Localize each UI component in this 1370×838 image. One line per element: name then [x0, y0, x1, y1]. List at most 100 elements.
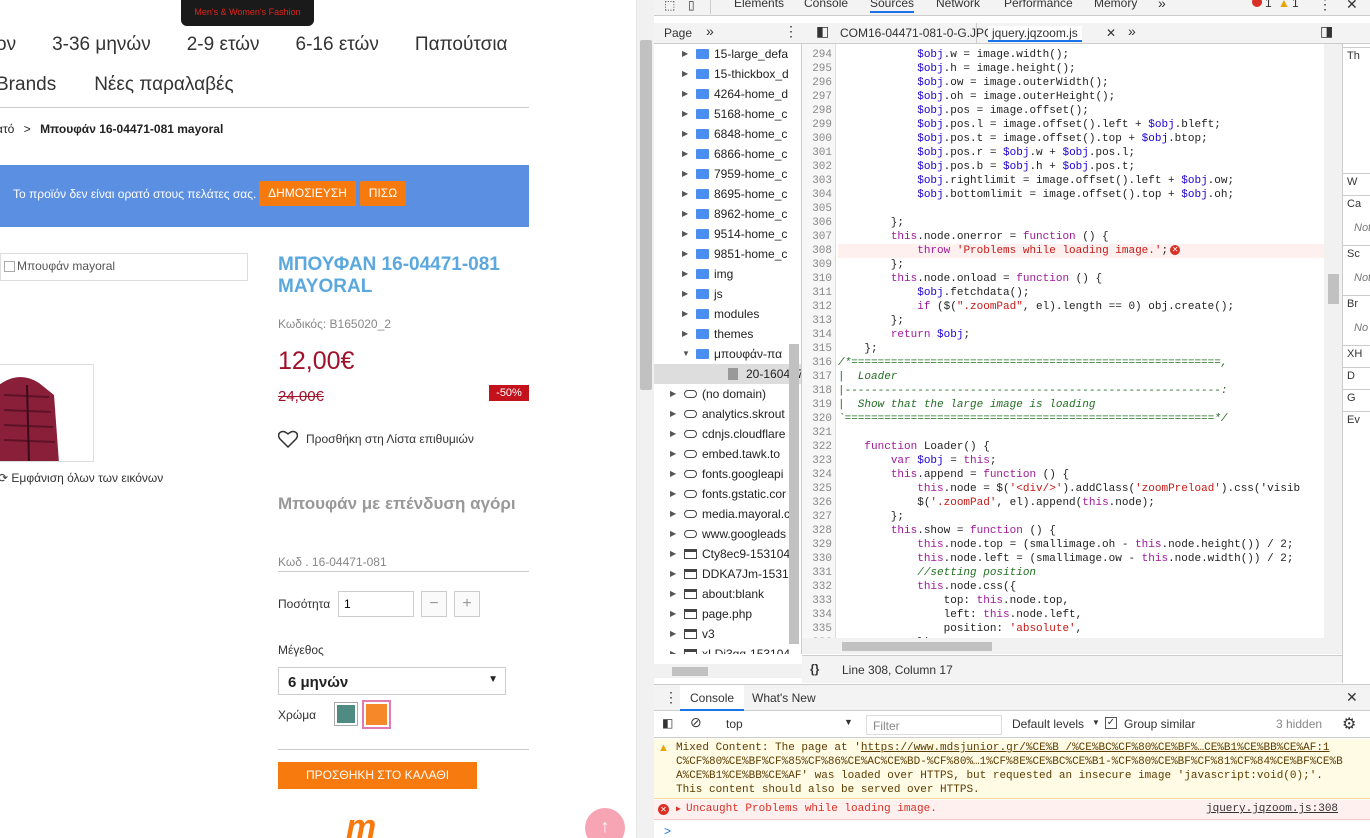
line-number[interactable]: 308: [802, 244, 832, 258]
collapsed-arrow-icon[interactable]: ▶: [670, 584, 676, 604]
warning-count[interactable]: 1: [1292, 0, 1299, 10]
line-number[interactable]: 322: [802, 440, 832, 454]
quantity-minus-button[interactable]: −: [421, 591, 447, 617]
collapsed-arrow-icon[interactable]: ▶: [670, 424, 676, 444]
code-line[interactable]: $obj.pos.l = image.offset().left + $obj.…: [838, 118, 1221, 132]
close-devtools-icon[interactable]: ✕: [1346, 0, 1358, 13]
code-line[interactable]: left: this.node.left,: [838, 608, 1083, 622]
code-line[interactable]: $('.zoomPad', el).append(this.node);: [838, 496, 1155, 510]
product-thumbnail[interactable]: [0, 364, 94, 462]
error-count[interactable]: 1: [1265, 0, 1272, 10]
console-sidebar-icon[interactable]: ◧: [662, 716, 673, 730]
code-line[interactable]: };: [838, 342, 877, 356]
code-line[interactable]: |---------------------------------------…: [838, 384, 1227, 398]
line-number[interactable]: 298: [802, 104, 832, 118]
tab-sources[interactable]: Sources: [870, 0, 915, 13]
code-line[interactable]: this.node.left = (smallimage.ow - this.n…: [838, 552, 1293, 566]
line-number[interactable]: 309: [802, 258, 832, 272]
sidebar-section-header[interactable]: XH: [1347, 348, 1362, 360]
code-line[interactable]: $obj.rightlimit = image.offset().left + …: [838, 174, 1234, 188]
line-number[interactable]: 294: [802, 48, 832, 62]
navigator-hscroll[interactable]: [654, 664, 802, 678]
inspect-icon[interactable]: ⬚: [664, 0, 675, 12]
line-number[interactable]: 306: [802, 216, 832, 230]
code-line[interactable]: };: [838, 314, 904, 328]
code-line[interactable]: $obj.h = image.height();: [838, 62, 1075, 76]
tree-item[interactable]: ▶ fonts.gstatic.cor: [654, 484, 801, 504]
collapsed-arrow-icon[interactable]: ▶: [682, 244, 688, 264]
code-line[interactable]: function Loader() {: [838, 440, 989, 454]
code-line[interactable]: | Loader: [838, 370, 897, 384]
file-tab-image[interactable]: COM16-04471-081-0-G.JPG: [840, 26, 993, 40]
line-number[interactable]: 328: [802, 524, 832, 538]
tab-console[interactable]: Console: [804, 0, 848, 10]
collapsed-arrow-icon[interactable]: ▶: [670, 624, 676, 644]
line-number[interactable]: 334: [802, 608, 832, 622]
code-line-error[interactable]: throw 'Problems while loading image.'; ✕: [838, 244, 1342, 258]
line-number[interactable]: 327: [802, 510, 832, 524]
settings-kebab-icon[interactable]: ⋮: [1318, 0, 1332, 13]
tree-item[interactable]: ▶ cdnjs.cloudflare: [654, 424, 801, 444]
sidebar-section-header[interactable]: Th: [1347, 50, 1360, 62]
code-line[interactable]: $obj.pos = image.offset();: [838, 104, 1089, 118]
line-number[interactable]: 333: [802, 594, 832, 608]
code-line[interactable]: this.node.css({: [838, 580, 1016, 594]
code-line[interactable]: };: [838, 510, 904, 524]
sidebar-section-header[interactable]: G: [1347, 392, 1356, 404]
line-number[interactable]: 311: [802, 286, 832, 300]
collapsed-arrow-icon[interactable]: ▶: [682, 304, 688, 324]
tab-page[interactable]: Page: [664, 26, 692, 40]
tree-item[interactable]: ▶ 9514-home_c: [654, 224, 801, 244]
tree-item[interactable]: ▶ themes: [654, 324, 801, 344]
line-number[interactable]: 301: [802, 146, 832, 160]
scroll-top-button[interactable]: ↑: [585, 808, 625, 838]
code-line[interactable]: if ($(".zoomPad", el).length == 0) obj.c…: [838, 300, 1234, 314]
line-number[interactable]: 316: [802, 356, 832, 370]
tree-item[interactable]: ▶ 6866-home_c: [654, 144, 801, 164]
code-line[interactable]: this.node.onload = function () {: [838, 272, 1102, 286]
more-tabs-icon[interactable]: »: [1128, 23, 1136, 39]
line-number[interactable]: 329: [802, 538, 832, 552]
collapsed-arrow-icon[interactable]: ▶: [682, 124, 688, 144]
line-number[interactable]: 310: [802, 272, 832, 286]
console-settings-gear-icon[interactable]: ⚙: [1342, 714, 1356, 734]
code-line[interactable]: position: 'absolute',: [838, 622, 1083, 636]
code-line[interactable]: this.append = function () {: [838, 468, 1069, 482]
code-line[interactable]: $obj.fetchdata();: [838, 286, 1029, 300]
navigator-scrollbar[interactable]: [789, 344, 799, 644]
pretty-print-icon[interactable]: {}: [810, 662, 819, 676]
tree-item[interactable]: ▶ 15-thickbox_d: [654, 64, 801, 84]
line-number[interactable]: 305: [802, 202, 832, 216]
tree-item[interactable]: ▶ media.mayoral.c: [654, 504, 801, 524]
collapsed-arrow-icon[interactable]: ▶: [670, 384, 676, 404]
line-number[interactable]: 319: [802, 398, 832, 412]
scrollbar-thumb[interactable]: [842, 642, 992, 651]
line-number[interactable]: 312: [802, 300, 832, 314]
line-number[interactable]: 295: [802, 62, 832, 76]
add-to-cart-button[interactable]: ΠΡΟΣΘΗΚΗ ΣΤΟ ΚΑΛΑΘΙ: [278, 762, 477, 789]
line-number[interactable]: 323: [802, 454, 832, 468]
collapsed-arrow-icon[interactable]: ▶: [682, 84, 688, 104]
show-all-images-link[interactable]: ⟳ Εμφάνιση όλων των εικόνων: [0, 471, 163, 485]
nav-item[interactable]: Brands: [0, 74, 56, 95]
code-line[interactable]: this.show = function () {: [838, 524, 1056, 538]
collapsed-arrow-icon[interactable]: ▶: [682, 144, 688, 164]
toggle-debugger-icon[interactable]: ◨: [1320, 23, 1333, 40]
more-tabs-icon[interactable]: »: [1158, 0, 1166, 11]
more-navigators-icon[interactable]: »: [706, 23, 714, 39]
collapsed-arrow-icon[interactable]: ▶: [670, 504, 676, 524]
warning-url-link[interactable]: https://www.mdsjunior.gr/%CE%B /%CE%BC%C…: [861, 742, 1330, 754]
tree-item[interactable]: ▶ DDKA7Jm-1531: [654, 564, 801, 584]
toggle-navigator-icon[interactable]: ◧: [816, 23, 829, 40]
line-number[interactable]: 318: [802, 384, 832, 398]
editor-scrollbar[interactable]: [1324, 44, 1342, 638]
tree-item[interactable]: ▶ 8962-home_c: [654, 204, 801, 224]
tree-item[interactable]: 20-160447: [654, 364, 801, 384]
tree-item[interactable]: ▶ 7959-home_c: [654, 164, 801, 184]
code-line[interactable]: $obj.oh = image.outerHeight();: [838, 90, 1115, 104]
console-prompt[interactable]: >: [664, 824, 671, 838]
code-line[interactable]: $obj.w = image.width();: [838, 48, 1069, 62]
line-number[interactable]: 331: [802, 566, 832, 580]
color-swatch-orange-selected[interactable]: [362, 700, 391, 729]
line-number[interactable]: 304: [802, 188, 832, 202]
